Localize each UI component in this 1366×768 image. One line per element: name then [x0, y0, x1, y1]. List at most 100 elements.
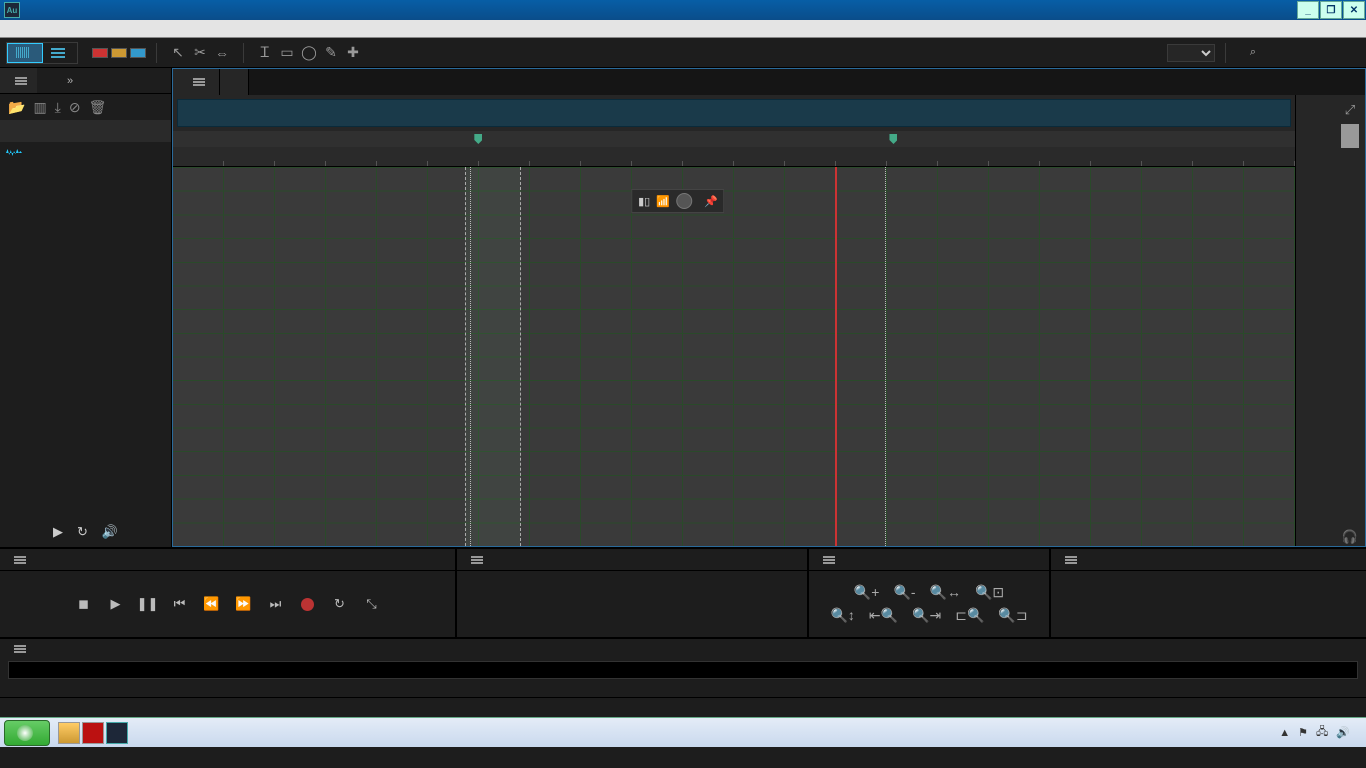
panel-menu-icon[interactable] — [471, 559, 483, 561]
levels-panel — [0, 637, 1366, 697]
fast-forward-button[interactable]: ⏩ — [235, 595, 253, 613]
selection-range[interactable] — [465, 167, 521, 546]
skip-selection-button[interactable]: ⤡ — [363, 595, 381, 613]
lasso-tool[interactable]: ◯ — [298, 42, 320, 64]
zoom-panel: 🔍+ 🔍- 🔍↔ 🔍⊡ 🔍↕ ⇤🔍 🔍⇥ ⊏🔍 🔍⊐ — [809, 549, 1049, 637]
record-button[interactable] — [299, 595, 317, 613]
new-file-icon[interactable]: ▥ — [33, 99, 46, 116]
effects-rack-tab[interactable] — [37, 68, 57, 93]
playhead[interactable] — [835, 167, 837, 546]
ql-explorer-icon[interactable] — [58, 722, 80, 744]
time-panel — [457, 549, 807, 637]
preview-autoplay-icon[interactable]: 🔊 — [102, 524, 118, 540]
files-toolbar: 📂 ▥ ⤓ ⊘ 🗑 — [0, 94, 171, 120]
view-start[interactable] — [1133, 579, 1209, 581]
volume-hud[interactable]: ▮▯ 📶 📌 — [631, 189, 725, 213]
divider — [243, 43, 244, 63]
zoom-in-point-icon[interactable]: ⇤🔍 — [869, 607, 898, 624]
zoom-in-vert-icon[interactable]: 🔍↕ — [830, 607, 854, 624]
ql-adobe-icon[interactable] — [82, 722, 104, 744]
close-button[interactable]: ✕ — [1343, 1, 1365, 19]
palette-orange[interactable] — [111, 48, 127, 58]
level-scale — [8, 681, 1358, 695]
panel-menu-icon[interactable] — [15, 80, 27, 82]
workspace-chooser — [1161, 44, 1215, 62]
marker[interactable] — [885, 131, 904, 147]
editor-side-tools: ⤢ 🎧 — [1335, 95, 1365, 546]
tray-flag-icon[interactable]: ⚑ — [1298, 726, 1308, 739]
minimize-button[interactable]: _ — [1297, 1, 1319, 19]
panel-menu-icon[interactable] — [14, 559, 26, 561]
pause-button[interactable]: ❚❚ — [139, 595, 157, 613]
skip-back-button[interactable]: ⏮ — [171, 595, 189, 613]
slip-tool[interactable]: ⇔ — [211, 42, 233, 64]
stop-button[interactable]: ◼ — [75, 595, 93, 613]
pin-icon[interactable]: 📌 — [704, 195, 718, 208]
files-panel-tab[interactable] — [0, 68, 37, 93]
play-button[interactable]: ▶ — [107, 595, 125, 613]
overview-waveform[interactable] — [177, 99, 1291, 127]
preview-loop-icon[interactable]: ↻ — [77, 524, 88, 540]
palette-red[interactable] — [92, 48, 108, 58]
preview-transport: ▶ ↻ 🔊 — [0, 517, 171, 547]
skip-forward-button[interactable]: ⏭ — [267, 595, 285, 613]
palette-blue[interactable] — [130, 48, 146, 58]
loop-button[interactable]: ↻ — [331, 595, 349, 613]
panel-menu-icon[interactable] — [193, 81, 205, 83]
waveform-view-button[interactable] — [7, 43, 43, 63]
import-icon[interactable]: ⤓ — [55, 99, 61, 116]
panel-menu-icon[interactable] — [14, 648, 26, 650]
title-bar: Au _ ❐ ✕ — [0, 0, 1366, 20]
delete-icon[interactable]: 🗑 — [89, 99, 107, 116]
rewind-button[interactable]: ⏪ — [203, 595, 221, 613]
start-button[interactable] — [4, 720, 50, 746]
panel-menu-icon[interactable] — [1341, 127, 1359, 145]
close-file-icon[interactable]: ⊘ — [69, 99, 81, 116]
zoom-reset-icon[interactable]: ⤢ — [1341, 101, 1359, 119]
time-selection-tool[interactable]: Ꮖ — [254, 42, 276, 64]
amplitude-scale[interactable] — [1295, 95, 1335, 546]
zoom-out-point-icon[interactable]: 🔍⇥ — [912, 607, 941, 624]
zoom-full-icon[interactable]: 🔍↔ — [930, 584, 961, 601]
view-end[interactable] — [1209, 579, 1285, 581]
marquee-tool[interactable]: ▭ — [276, 42, 298, 64]
waveform-editor: ▮▯ 📶 📌 — [173, 95, 1295, 546]
tray-up-icon[interactable]: ▲ — [1279, 727, 1290, 739]
panel-overflow-button[interactable]: » — [57, 68, 83, 93]
file-item[interactable] — [0, 142, 171, 164]
quick-launch — [54, 722, 132, 744]
hud-level-icon: 📶 — [656, 195, 670, 208]
files-column-header[interactable] — [0, 120, 171, 142]
panel-menu-icon[interactable] — [1065, 559, 1077, 561]
time-ruler[interactable] — [173, 147, 1295, 167]
zoom-in-icon[interactable]: 🔍+ — [854, 584, 880, 601]
workspace-select[interactable] — [1167, 44, 1215, 62]
multitrack-view-button[interactable] — [43, 43, 77, 63]
zoom-out-icon[interactable]: 🔍- — [893, 584, 915, 601]
move-tool[interactable]: ↖ — [167, 42, 189, 64]
marker[interactable] — [470, 131, 489, 147]
waveform-display[interactable]: ▮▯ 📶 📌 — [173, 167, 1295, 546]
maximize-button[interactable]: ❐ — [1320, 1, 1342, 19]
zoom-sel-out-icon[interactable]: 🔍⊐ — [998, 607, 1027, 624]
panel-menu-icon[interactable] — [823, 559, 835, 561]
zoom-sel-in-icon[interactable]: ⊏🔍 — [955, 607, 984, 624]
editor-tab[interactable] — [173, 69, 220, 95]
heal-tool[interactable]: ✚ — [342, 42, 364, 64]
volume-knob[interactable] — [676, 193, 692, 209]
headphones-icon[interactable]: 🎧 — [1341, 528, 1359, 546]
preview-play-icon[interactable]: ▶ — [53, 524, 63, 540]
tray-network-icon[interactable]: 🖧 — [1316, 723, 1328, 742]
zoom-selection-icon[interactable]: 🔍⊡ — [975, 584, 1004, 601]
razor-tool[interactable]: ✂ — [189, 42, 211, 64]
ql-audition-icon[interactable] — [106, 722, 128, 744]
mixer-tab[interactable] — [220, 69, 249, 95]
open-file-icon[interactable]: 📂 — [8, 99, 25, 116]
tray-volume-icon[interactable]: 🔊 — [1336, 726, 1350, 739]
brush-tool[interactable]: ✎ — [320, 42, 342, 64]
level-meter[interactable] — [8, 661, 1358, 679]
view-dur[interactable] — [1284, 579, 1360, 581]
marker-row[interactable] — [173, 131, 1295, 147]
search-input[interactable] — [1260, 47, 1350, 59]
windows-orb-icon — [17, 725, 33, 741]
